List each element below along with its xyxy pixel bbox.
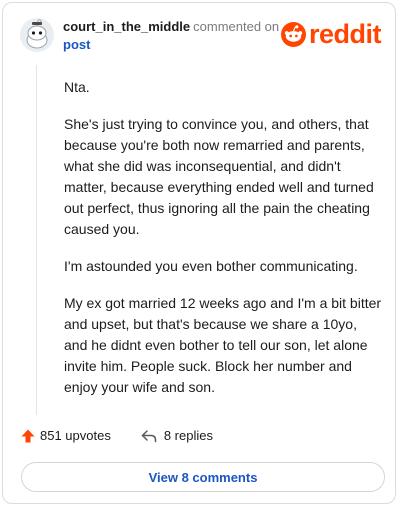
comment-footer: 851 upvotes 8 replies xyxy=(21,428,213,443)
comment-card: court_in_the_middle commented on post red… xyxy=(2,2,396,504)
comment-body: Nta. She's just trying to convince you, … xyxy=(64,77,382,414)
comment-paragraph: She's just trying to convince you, and o… xyxy=(64,116,374,237)
comment-header: court_in_the_middle commented on xyxy=(63,19,279,34)
reddit-snoo-logo-icon xyxy=(281,22,306,47)
username[interactable]: court_in_the_middle xyxy=(63,19,190,34)
replies-count: 8 replies xyxy=(163,428,213,443)
post-link[interactable]: post xyxy=(63,37,90,52)
upvote-button[interactable]: 851 upvotes xyxy=(21,428,111,443)
snoo-avatar-icon xyxy=(20,18,54,52)
reddit-logo: reddit xyxy=(281,19,382,49)
view-comments-button[interactable]: View 8 comments xyxy=(21,462,385,492)
comment-paragraph: Nta. xyxy=(64,79,90,95)
upvote-count: 851 upvotes xyxy=(40,428,111,443)
reddit-wordmark: reddit xyxy=(309,19,382,49)
avatar[interactable] xyxy=(20,18,54,52)
comment-paragraph: My ex got married 12 weeks ago and I'm a… xyxy=(64,295,382,395)
comment-paragraph: I'm astounded you even bother communicat… xyxy=(64,258,358,274)
upvote-arrow-icon xyxy=(21,429,35,442)
replies-button[interactable]: 8 replies xyxy=(141,428,213,443)
commented-on-text: commented on xyxy=(193,19,280,34)
thread-line[interactable] xyxy=(36,65,37,415)
reply-arrow-icon xyxy=(141,429,157,442)
